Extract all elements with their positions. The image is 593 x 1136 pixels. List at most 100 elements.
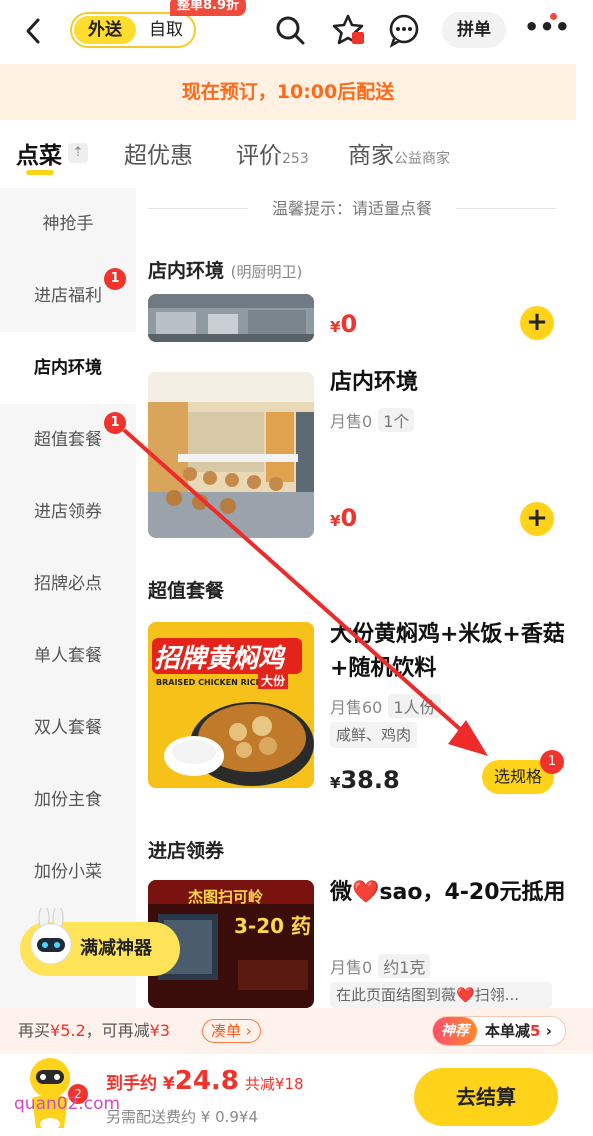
- total-value: 24.8: [174, 1066, 239, 1096]
- mode-pickup[interactable]: 自取: [140, 16, 192, 44]
- promo-text-a: 再买: [18, 1021, 51, 1040]
- combo-price: ¥38.8: [330, 766, 400, 794]
- coupon-tag: 在此页面结图到薇❤️扫翎...: [330, 982, 552, 1008]
- sidebar-item-shuangrentaocan[interactable]: 双人套餐: [0, 692, 136, 764]
- item2-meta: 月售0 1个: [330, 408, 415, 432]
- tab-reviews-label: 评价: [236, 143, 282, 169]
- group-order-button[interactable]: 拼单: [442, 12, 506, 48]
- coupon-img-text2: 3-20 药: [234, 914, 312, 938]
- combo-spec: 1人份: [388, 694, 441, 718]
- promo-text: 再买¥5.2，可再减¥3: [18, 1008, 170, 1054]
- delivery-fee: 另需配送费约 ¥ 0.9¥4: [106, 1108, 259, 1126]
- item2-price-value: 0: [340, 504, 358, 532]
- item2-spec: 1个: [378, 408, 415, 432]
- promo-text-b: ，可再减: [85, 1021, 150, 1040]
- notification-dot: [550, 13, 557, 20]
- sidebar-badge-fuli: 1: [104, 268, 126, 290]
- preorder-notice: 现在预订，10:00后配送: [0, 64, 576, 120]
- item1-price: ¥0: [330, 310, 357, 338]
- sidebar-item-shenqiangshou[interactable]: 神抢手: [0, 188, 136, 260]
- sidebar-item-jindianlingquan[interactable]: 进店领券: [0, 476, 136, 548]
- order-tip: 温馨提示：请适量点餐: [271, 199, 432, 218]
- combo-img-en: BRAISED CHICKEN RICE: [156, 678, 262, 687]
- delivery-mode-toggle[interactable]: 外送 自取: [70, 12, 196, 48]
- item2-sales: 月售0: [330, 412, 373, 431]
- section-env-sub: (明厨明卫): [230, 263, 303, 281]
- coupon-sales: 月售0: [330, 958, 373, 977]
- sidebar-badge-taocan: 1: [104, 412, 126, 434]
- order-discount-label: 本单减: [485, 1022, 531, 1040]
- order-discount-pill[interactable]: 神荐 本单减5 ›: [432, 1016, 566, 1046]
- item2-price: ¥0: [330, 504, 357, 532]
- sidebar-item-jiafenzhushi[interactable]: 加份主食: [0, 764, 136, 836]
- checkout-button[interactable]: 去结算: [414, 1068, 558, 1126]
- kitchen-photo: [148, 294, 314, 342]
- section-env-label: 店内环境: [148, 260, 225, 282]
- back-button[interactable]: [18, 14, 48, 48]
- robot-mascot-icon: [30, 908, 72, 965]
- env-photo-1[interactable]: [148, 294, 314, 342]
- combo-price-value: 38.8: [340, 766, 400, 794]
- section-title-coupon: 进店领券: [148, 840, 225, 862]
- coupon-meta: 月售0 约1克: [330, 954, 431, 978]
- tab-merchant-label: 商家: [348, 143, 394, 169]
- promo-amount-a: ¥5.2: [50, 1021, 86, 1040]
- menu-content: 温馨提示：请适量点餐 店内环境 (明厨明卫) ¥0 + 店内环境 月售0 1个 ¥…: [136, 188, 576, 1008]
- more-dots-icon: •••: [524, 13, 571, 41]
- combo-photo[interactable]: 招牌黄焖鸡 BRAISED CHICKEN RICE 大份: [148, 622, 314, 788]
- top-bar: 外送 自取 整单8.9折 拼单 •••: [0, 0, 593, 62]
- total-price: 到手约 ¥24.8 共减¥18: [106, 1066, 304, 1096]
- env-photo-2[interactable]: [148, 372, 314, 538]
- chevron-right-icon: ›: [245, 1022, 252, 1040]
- total-prefix: 到手约 ¥: [106, 1074, 175, 1094]
- tab-reviews[interactable]: 评价253: [236, 136, 309, 170]
- combo-flavor-tag: 咸鲜、鸡肉: [330, 722, 418, 748]
- combo-sales: 月售60: [330, 698, 383, 717]
- item1-currency: ¥: [330, 318, 341, 336]
- coupon-name[interactable]: 微❤️sao，4-20元抵用: [330, 876, 570, 910]
- sidebar-item-zhaopaibidian[interactable]: 招牌必点: [0, 548, 136, 620]
- section-title-env: 店内环境 (明厨明卫): [148, 256, 302, 283]
- promo-strip: 再买¥5.2，可再减¥3 凑单 › 神荐 本单减5 ›: [0, 1008, 593, 1054]
- store-tabs: 点菜 ⇡ 超优惠 评价253 商家公益商家: [0, 128, 593, 184]
- combo-currency: ¥: [330, 774, 341, 792]
- promo-amount-b: ¥3: [149, 1021, 171, 1040]
- tab-reviews-count: 253: [282, 151, 309, 167]
- tab-deals[interactable]: 超优惠: [124, 136, 193, 170]
- add-on-label: 凑单: [211, 1022, 242, 1040]
- item1-price-value: 0: [340, 310, 358, 338]
- dining-room-photo: [148, 372, 314, 538]
- item2-add-button[interactable]: +: [520, 502, 554, 536]
- category-sidebar: 神抢手 进店福利 1 店内环境 超值套餐 1 进店领券 招牌必点 单人套餐 双人…: [0, 188, 136, 1008]
- sidebar-item-jiafenxiaocai[interactable]: 加份小菜: [0, 836, 136, 908]
- tab-merchant[interactable]: 商家公益商家: [348, 136, 450, 170]
- sidebar-item-dianneihuanjing[interactable]: 店内环境: [0, 332, 136, 404]
- mode-delivery[interactable]: 外送: [74, 16, 136, 44]
- more-menu-button[interactable]: •••: [524, 12, 570, 48]
- sidebar-item-danrentaocan[interactable]: 单人套餐: [0, 620, 136, 692]
- sort-top-icon[interactable]: ⇡: [68, 143, 88, 163]
- tab-active-indicator: [26, 170, 54, 175]
- coupon-spec: 约1克: [378, 954, 431, 978]
- discount-badge: 整单8.9折: [170, 0, 247, 16]
- favorite-star-icon[interactable]: [330, 12, 366, 48]
- chevron-left-icon: [26, 18, 40, 44]
- combo-img-tag: 大份: [258, 672, 289, 689]
- combo-meta: 月售60 1人份: [330, 694, 441, 718]
- item1-add-button[interactable]: +: [520, 306, 554, 340]
- message-icon[interactable]: [386, 12, 422, 48]
- discount-tool-label: 满减神器: [80, 938, 152, 959]
- watermark: quan02.com: [14, 1094, 121, 1114]
- add-on-button[interactable]: 凑单 ›: [202, 1019, 261, 1043]
- search-icon[interactable]: [272, 12, 308, 48]
- discount-tool-button[interactable]: 满减神器: [20, 908, 180, 976]
- combo-spec-badge: 1: [540, 750, 564, 774]
- order-discount-amount: 5: [530, 1022, 541, 1040]
- total-saved: 共减¥18: [244, 1075, 304, 1093]
- order-discount-text: 本单减5 ›: [485, 1017, 552, 1045]
- chevron-right-icon: ›: [545, 1022, 552, 1040]
- item2-name[interactable]: 店内环境: [330, 366, 570, 400]
- coupon-img-text: 杰图扫可岭: [188, 888, 264, 906]
- tab-order[interactable]: 点菜: [16, 136, 62, 170]
- combo-name[interactable]: 大份黄焖鸡+米饭+香菇+随机饮料: [330, 618, 570, 686]
